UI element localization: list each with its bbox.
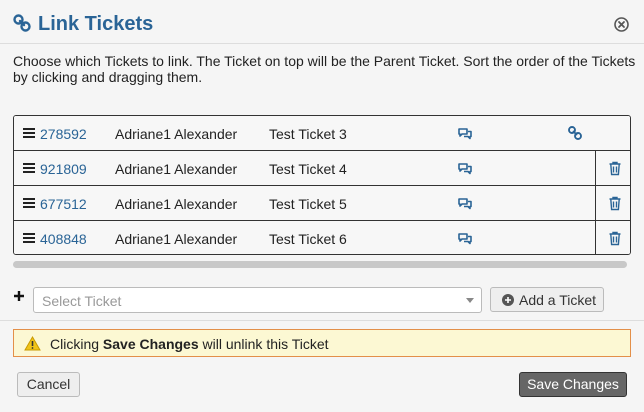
- drag-handle-icon[interactable]: [23, 163, 35, 173]
- warning-alert: Clicking Save Changes will unlink this T…: [13, 329, 631, 357]
- ticket-subject: Test Ticket 4: [269, 161, 347, 177]
- plus-icon: [14, 291, 24, 301]
- ticket-row[interactable]: 278592 Adriane1 Alexander Test Ticket 3: [14, 116, 630, 151]
- link-icon: [13, 14, 31, 32]
- ticket-id-link[interactable]: 677512: [40, 196, 87, 212]
- select-ticket-dropdown[interactable]: Select Ticket: [33, 287, 482, 313]
- ticket-id-link[interactable]: 921809: [40, 161, 87, 177]
- ticket-subject: Test Ticket 5: [269, 196, 347, 212]
- ticket-requester: Adriane1 Alexander: [115, 126, 238, 142]
- ticket-requester: Adriane1 Alexander: [115, 231, 238, 247]
- cancel-button[interactable]: Cancel: [17, 372, 80, 397]
- ticket-subject: Test Ticket 6: [269, 231, 347, 247]
- warning-suffix: will unlink this Ticket: [198, 336, 329, 352]
- column-divider: [595, 186, 596, 220]
- add-ticket-button[interactable]: Add a Ticket: [490, 287, 604, 312]
- warning-icon: [24, 336, 41, 351]
- comments-icon[interactable]: [457, 162, 473, 176]
- chevron-down-icon: [466, 298, 474, 303]
- trash-icon[interactable]: [608, 161, 622, 176]
- warning-bold: Save Changes: [102, 336, 199, 352]
- column-divider: [595, 151, 596, 185]
- comments-icon[interactable]: [457, 197, 473, 211]
- save-changes-button[interactable]: Save Changes: [519, 372, 627, 397]
- tickets-table: 278592 Adriane1 Alexander Test Ticket 3 …: [13, 115, 631, 255]
- drag-handle-icon[interactable]: [23, 233, 35, 243]
- dialog-header: Link Tickets: [0, 0, 644, 44]
- ticket-row[interactable]: 921809 Adriane1 Alexander Test Ticket 4: [14, 151, 630, 186]
- parent-link-icon: [568, 126, 582, 140]
- divider: [0, 320, 644, 321]
- ticket-id-link[interactable]: 278592: [40, 126, 87, 142]
- drag-handle-icon[interactable]: [23, 128, 35, 138]
- ticket-requester: Adriane1 Alexander: [115, 196, 238, 212]
- ticket-subject: Test Ticket 3: [269, 126, 347, 142]
- intro-text: Choose which Tickets to link. The Ticket…: [13, 53, 636, 85]
- ticket-row[interactable]: 408848 Adriane1 Alexander Test Ticket 6: [14, 221, 630, 254]
- ticket-requester: Adriane1 Alexander: [115, 161, 238, 177]
- close-icon[interactable]: [614, 17, 629, 32]
- ticket-id-link[interactable]: 408848: [40, 231, 87, 247]
- add-ticket-label: Add a Ticket: [519, 292, 597, 308]
- plus-circle-icon: [502, 294, 514, 306]
- comments-icon[interactable]: [457, 232, 473, 246]
- link-tickets-dialog: Link Tickets Choose which Tickets to lin…: [0, 0, 644, 412]
- column-divider: [595, 221, 596, 254]
- warning-message: Clicking Save Changes will unlink this T…: [50, 336, 329, 352]
- dialog-title: Link Tickets: [38, 13, 154, 35]
- drag-handle-icon[interactable]: [23, 198, 35, 208]
- comments-icon[interactable]: [457, 127, 473, 141]
- select-ticket-placeholder: Select Ticket: [42, 293, 122, 309]
- trash-icon[interactable]: [608, 196, 622, 211]
- trash-icon[interactable]: [608, 231, 622, 246]
- ticket-row[interactable]: 677512 Adriane1 Alexander Test Ticket 5: [14, 186, 630, 221]
- horizontal-scrollbar[interactable]: [13, 261, 627, 268]
- warning-prefix: Clicking: [50, 336, 103, 352]
